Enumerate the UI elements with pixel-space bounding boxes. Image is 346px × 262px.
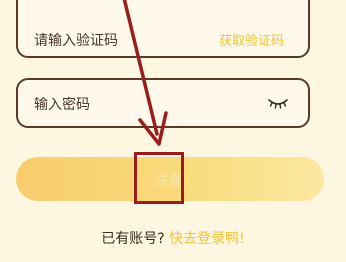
go-login-link[interactable]: 快去登录鸭! [169,231,245,247]
verification-code-field[interactable]: 请输入验证码 获取验证码 [16,0,310,58]
get-verification-code-button[interactable]: 获取验证码 [219,30,284,49]
eye-closed-icon[interactable] [268,98,288,110]
password-placeholder: 输入密码 [34,97,90,113]
register-button[interactable]: 注册 [16,157,324,201]
verification-code-placeholder: 请输入验证码 [34,33,118,49]
register-label: 注册 [153,171,186,189]
register-screen: 请输入验证码 获取验证码 输入密码 注册 已有账号? 快去登录鸭! [0,0,346,262]
has-account-text: 已有账号? [101,231,165,247]
password-field[interactable]: 输入密码 [16,78,310,128]
login-prompt: 已有账号? 快去登录鸭! [0,228,346,248]
